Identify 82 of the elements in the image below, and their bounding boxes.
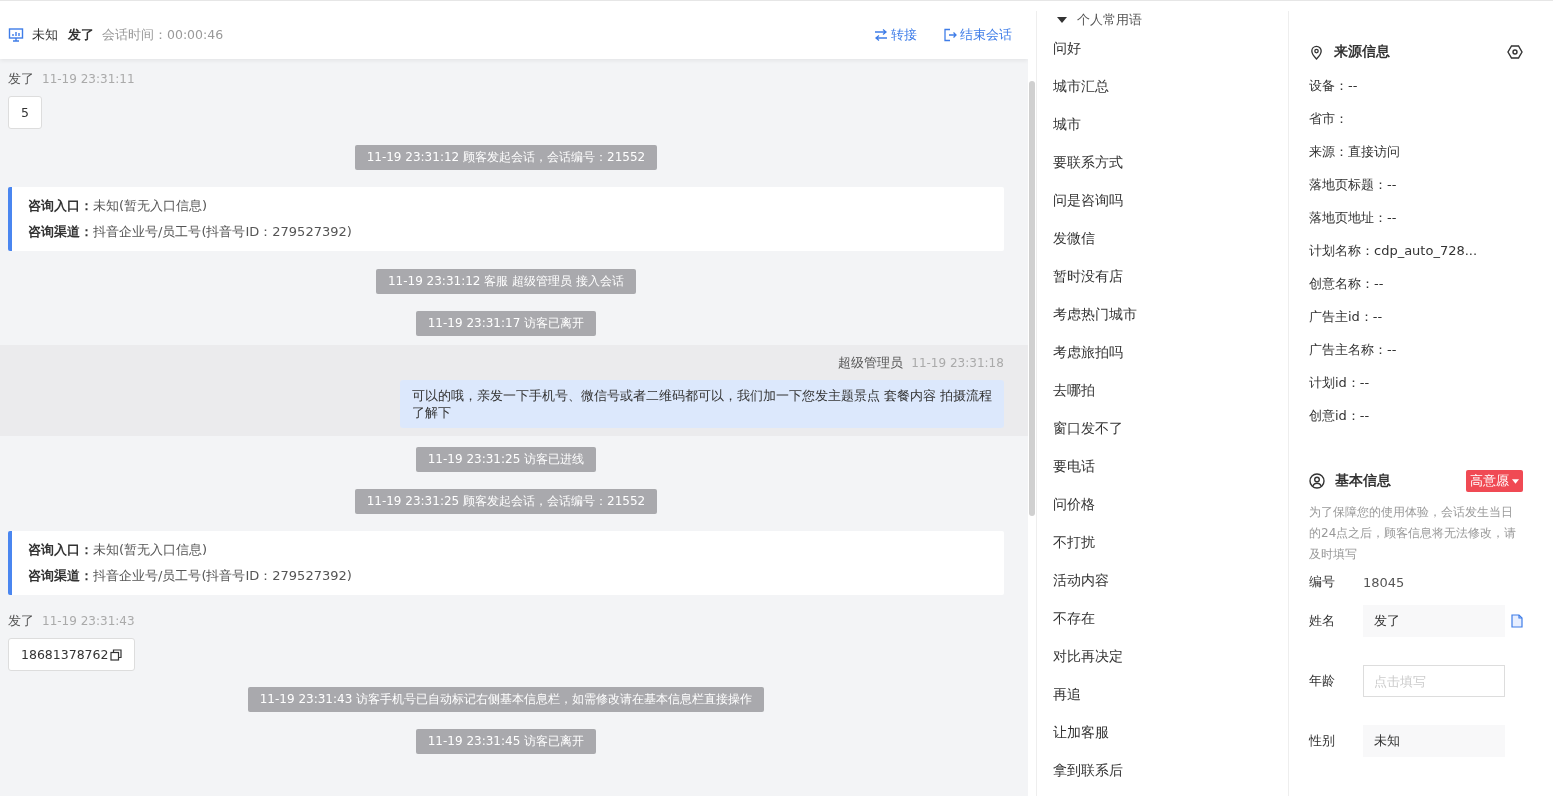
source-field: 来源：直接访问 (1309, 135, 1523, 168)
phrase-item[interactable]: 考虑热门城市 (1052, 295, 1288, 333)
system-notice: 11-19 23:31:17 访客已离开 (415, 311, 597, 336)
phrase-group-title[interactable]: 个人常用语 (1076, 11, 1142, 29)
field-label: 姓名 (1309, 612, 1336, 630)
system-notice: 11-19 23:31:45 访客已离开 (415, 729, 597, 754)
info-label: 咨询渠道： (28, 568, 93, 583)
source-field: 落地页地址：-- (1309, 201, 1523, 234)
section-title: 来源信息 (1334, 43, 1390, 61)
phrase-item[interactable]: 城市 (1052, 105, 1288, 143)
info-label: 咨询入口： (28, 542, 93, 557)
source-field: 计划名称：cdp_auto_728... (1309, 234, 1523, 267)
message-bubble: 可以的哦，亲发一下手机号、微信号或者二维码都可以，我们加一下您发主题景点 套餐内容 拍摄流程了解下 (399, 380, 1004, 428)
message-bubble: 5 (8, 96, 42, 129)
system-notice: 11-19 23:31:12 客服 超级管理员 接入会话 (375, 269, 636, 294)
sender-name: 发了 (8, 613, 34, 630)
input-field[interactable]: 发了 (1363, 605, 1505, 637)
phrase-item[interactable]: 暂时没有店 (1052, 257, 1288, 295)
swap-arrows-icon (873, 28, 888, 42)
phrase-item[interactable]: 不存在 (1052, 599, 1288, 637)
phrase-item[interactable]: 去哪拍 (1052, 371, 1288, 409)
phrase-item[interactable]: 窗口发不了 (1052, 409, 1288, 447)
field-label: 年龄 (1309, 672, 1336, 690)
message-time: 11-19 23:31:18 (911, 356, 1004, 370)
phrase-item[interactable]: 考虑旅拍吗 (1052, 333, 1288, 371)
system-notice: 11-19 23:31:43 访客手机号已自动标记右侧基本信息栏，如需修改请在基本信息栏直接操作 (247, 687, 765, 712)
info-value: 抖音企业号/员工号(抖音号ID：279527392) (93, 224, 352, 239)
sender-name: 发了 (8, 71, 34, 88)
section-title: 基本信息 (1335, 472, 1391, 490)
exit-icon (942, 28, 957, 42)
customer-number: 18045 (1363, 574, 1405, 590)
phrase-item[interactable]: 问价格 (1052, 485, 1288, 523)
user-circle-icon (1309, 473, 1325, 489)
info-value: 未知(暂无入口信息) (93, 542, 208, 557)
copy-icon[interactable] (110, 648, 123, 661)
phrase-item[interactable]: 对比再决定 (1052, 637, 1288, 675)
system-notice: 11-19 23:31:25 顾客发起会话，会话编号：21552 (354, 489, 658, 514)
end-session-button[interactable]: 结束会话 (942, 26, 1012, 44)
visitor-name: 发了 (68, 26, 94, 44)
phrase-item[interactable]: 要联系方式 (1052, 143, 1288, 181)
settings-icon[interactable] (1507, 44, 1523, 60)
phrase-item[interactable]: 活动内容 (1052, 561, 1288, 599)
phrase-item[interactable]: 发微信 (1052, 219, 1288, 257)
system-notice: 11-19 23:31:25 访客已进线 (415, 447, 597, 472)
phrase-item[interactable]: 问好 (1052, 29, 1288, 67)
phrase-item[interactable]: 拿到联系后 (1052, 751, 1288, 789)
source-field: 省市： (1309, 102, 1523, 135)
input-field[interactable]: 未知 (1363, 725, 1505, 757)
info-label: 咨询渠道： (28, 224, 93, 239)
caret-icon (1512, 478, 1519, 484)
scrollbar[interactable] (1028, 81, 1035, 516)
source-field: 广告主id：-- (1309, 300, 1523, 333)
info-value: 抖音企业号/员工号(抖音号ID：279527392) (93, 568, 352, 583)
sender-name: 超级管理员 (838, 355, 904, 372)
phrase-item[interactable]: 问是咨询吗 (1052, 181, 1288, 219)
source-field: 设备：-- (1309, 69, 1523, 102)
intent-dropdown[interactable]: 高意愿 (1466, 470, 1523, 492)
message-bubble: 18681378762 (8, 638, 136, 671)
notice-text: 为了保障您的使用体验，会话发生当日的24点之后，顾客信息将无法修改，请及时填写 (1309, 504, 1518, 563)
transfer-button[interactable]: 转接 (873, 26, 917, 44)
phrase-item[interactable]: 不打扰 (1052, 523, 1288, 561)
info-label: 咨询入口： (28, 198, 93, 213)
source-field: 创意id：-- (1309, 399, 1523, 432)
info-value: 未知(暂无入口信息) (93, 198, 208, 213)
monitor-icon (8, 27, 24, 43)
message-time: 11-19 23:31:43 (42, 614, 135, 628)
source-label: 未知 (32, 26, 58, 44)
field-label: 编号 (1309, 573, 1336, 591)
phrase-item[interactable]: 再追 (1052, 675, 1288, 713)
field-label: 性别 (1309, 732, 1336, 750)
phrase-item[interactable]: 让加客服 (1052, 713, 1288, 751)
phrase-item[interactable]: 城市汇总 (1052, 67, 1288, 105)
source-field: 落地页标题：-- (1309, 168, 1523, 201)
session-duration: 会话时间：00:00:46 (102, 26, 224, 44)
message-time: 11-19 23:31:11 (42, 72, 135, 86)
location-pin-icon (1309, 44, 1324, 60)
source-field: 创意名称：-- (1309, 267, 1523, 300)
source-field: 广告主名称：-- (1309, 333, 1523, 366)
system-notice: 11-19 23:31:12 顾客发起会话，会话编号：21552 (354, 145, 658, 170)
phrase-item[interactable]: 要电话 (1052, 447, 1288, 485)
source-field: 计划id：-- (1309, 366, 1523, 399)
collapse-caret-icon[interactable] (1056, 17, 1067, 23)
